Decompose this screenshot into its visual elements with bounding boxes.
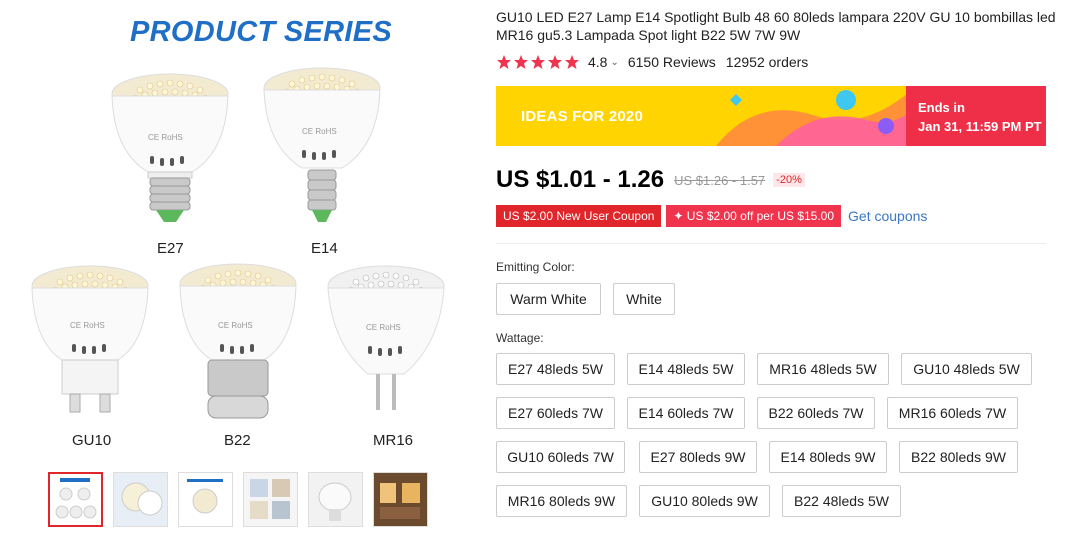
wattage-option[interactable]: MR16 48leds 5W: [757, 353, 889, 385]
wattage-option[interactable]: GU10 80leds 9W: [639, 485, 770, 517]
chevron-down-icon[interactable]: ⌄: [610, 57, 618, 68]
store-coupon[interactable]: ✦ US $2.00 off per US $15.00: [666, 205, 842, 227]
bulb-label-mr16: MR16: [373, 432, 414, 449]
get-coupons-link[interactable]: Get coupons: [848, 208, 927, 224]
rating-value: 4.8: [588, 54, 608, 70]
wattage-option[interactable]: E27 60leds 7W: [496, 397, 615, 429]
thumbnail-5[interactable]: [308, 472, 363, 527]
reviews-link[interactable]: 6150 Reviews: [628, 54, 716, 70]
bulb-e27-image: CE RoHS: [111, 73, 229, 222]
divider: [496, 243, 1046, 244]
original-price: US $1.26 - 1.57: [674, 172, 766, 188]
promo-text: IDEAS FOR 2020: [521, 108, 644, 125]
series-title: PRODUCT SERIES: [130, 16, 393, 48]
price: US $1.01 - 1.26: [496, 166, 665, 193]
bulb-gu10-image: CE RoHS: [31, 265, 149, 413]
wattage-option[interactable]: B22 48leds 5W: [782, 485, 901, 517]
star-icon: [497, 55, 511, 69]
promo-banner[interactable]: IDEAS FOR 2020 Ends in Jan 31, 11:59 PM …: [496, 86, 1046, 146]
price-row: US $1.01 - 1.26 US $1.26 - 1.57 -20%: [496, 166, 805, 194]
wattage-option[interactable]: E14 48leds 5W: [627, 353, 745, 385]
svg-text:CE RoHS: CE RoHS: [302, 127, 337, 136]
star-icon: [531, 55, 545, 69]
coupon-row: US $2.00 New User Coupon ✦ US $2.00 off …: [496, 205, 927, 227]
star-icon: [548, 55, 562, 69]
star-icon: [514, 55, 528, 69]
svg-text:CE RoHS: CE RoHS: [148, 133, 183, 142]
rating-row: 4.8 ⌄ 6150 Reviews 12952 orders: [496, 54, 808, 70]
ends-label: Ends in: [918, 100, 965, 115]
wattage-option[interactable]: MR16 80leds 9W: [496, 485, 627, 517]
wattage-option[interactable]: E27 80leds 9W: [639, 441, 757, 473]
bulb-label-gu10: GU10: [72, 432, 112, 449]
wattage-option[interactable]: B22 80leds 9W: [899, 441, 1018, 473]
thumbnail-strip: [48, 472, 428, 527]
bulb-label-b22: B22: [224, 432, 251, 449]
option-white[interactable]: White: [613, 283, 675, 315]
bulb-e14-image: CE RoHS: [263, 67, 381, 222]
wattage-option[interactable]: GU10 48leds 5W: [901, 353, 1032, 385]
ends-time: Jan 31, 11:59 PM PT: [918, 119, 1042, 134]
wattage-option[interactable]: E14 80leds 9W: [769, 441, 887, 473]
svg-text:CE RoHS: CE RoHS: [366, 323, 401, 332]
bulb-label-e14: E14: [311, 240, 338, 257]
wattage-option[interactable]: GU10 60leds 7W: [496, 441, 625, 473]
product-main-image[interactable]: PRODUCT SERIES CE RoHS E27 CE RoHS E14 C…: [0, 0, 478, 462]
svg-text:CE RoHS: CE RoHS: [218, 321, 253, 330]
thumbnail-1[interactable]: [48, 472, 103, 527]
promo-countdown: Ends in Jan 31, 11:59 PM PT: [906, 86, 1046, 146]
option-warm-white[interactable]: Warm White: [496, 283, 601, 315]
wattage-option[interactable]: E27 48leds 5W: [496, 353, 615, 385]
product-title: GU10 LED E27 Lamp E14 Spotlight Bulb 48 …: [496, 9, 1056, 43]
wattage-option[interactable]: MR16 60leds 7W: [887, 397, 1018, 429]
bulb-mr16-image: CE RoHS: [327, 265, 445, 410]
bulb-label-e27: E27: [157, 240, 184, 257]
wattage-option[interactable]: B22 60leds 7W: [757, 397, 875, 429]
discount-badge: -20%: [773, 173, 805, 187]
bulb-b22-image: CE RoHS: [179, 263, 297, 419]
wattage-label: Wattage:: [496, 331, 544, 345]
thumbnail-4[interactable]: [243, 472, 298, 527]
thumbnail-2[interactable]: [113, 472, 168, 527]
thumbnail-3[interactable]: [178, 472, 233, 527]
svg-text:CE RoHS: CE RoHS: [70, 321, 105, 330]
star-icon: [565, 55, 579, 69]
wattage-option[interactable]: E14 60leds 7W: [627, 397, 745, 429]
promo-decoration: [716, 86, 916, 146]
rating-stars[interactable]: [496, 54, 580, 70]
thumbnail-6[interactable]: [373, 472, 428, 527]
orders-count: 12952 orders: [725, 54, 809, 70]
new-user-coupon[interactable]: US $2.00 New User Coupon: [496, 205, 662, 227]
emitting-color-label: Emitting Color:: [496, 260, 575, 274]
